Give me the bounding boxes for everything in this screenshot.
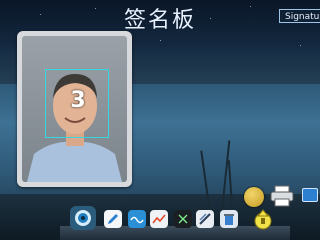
window-button[interactable] (302, 188, 318, 202)
chart-icon[interactable] (150, 210, 168, 228)
wave-icon[interactable] (128, 210, 146, 228)
upload-icon[interactable] (252, 208, 274, 230)
camera-icon[interactable] (70, 206, 96, 230)
signature-button[interactable]: Signature (279, 9, 320, 23)
star (300, 45, 301, 46)
face-detection-box: 3 (45, 69, 109, 138)
pen-icon[interactable] (104, 210, 122, 228)
star (160, 40, 161, 41)
app-title: 签名板 (123, 8, 196, 33)
face-count-label: 3 (70, 88, 86, 113)
photo-frame: 3 (17, 31, 132, 187)
recycle-icon[interactable] (220, 210, 238, 228)
portrait-photo: 3 (22, 36, 127, 182)
coin-button[interactable] (244, 187, 264, 207)
printer-icon[interactable] (270, 185, 294, 207)
sparkle-icon[interactable] (174, 210, 192, 228)
brush-icon[interactable] (196, 210, 214, 228)
